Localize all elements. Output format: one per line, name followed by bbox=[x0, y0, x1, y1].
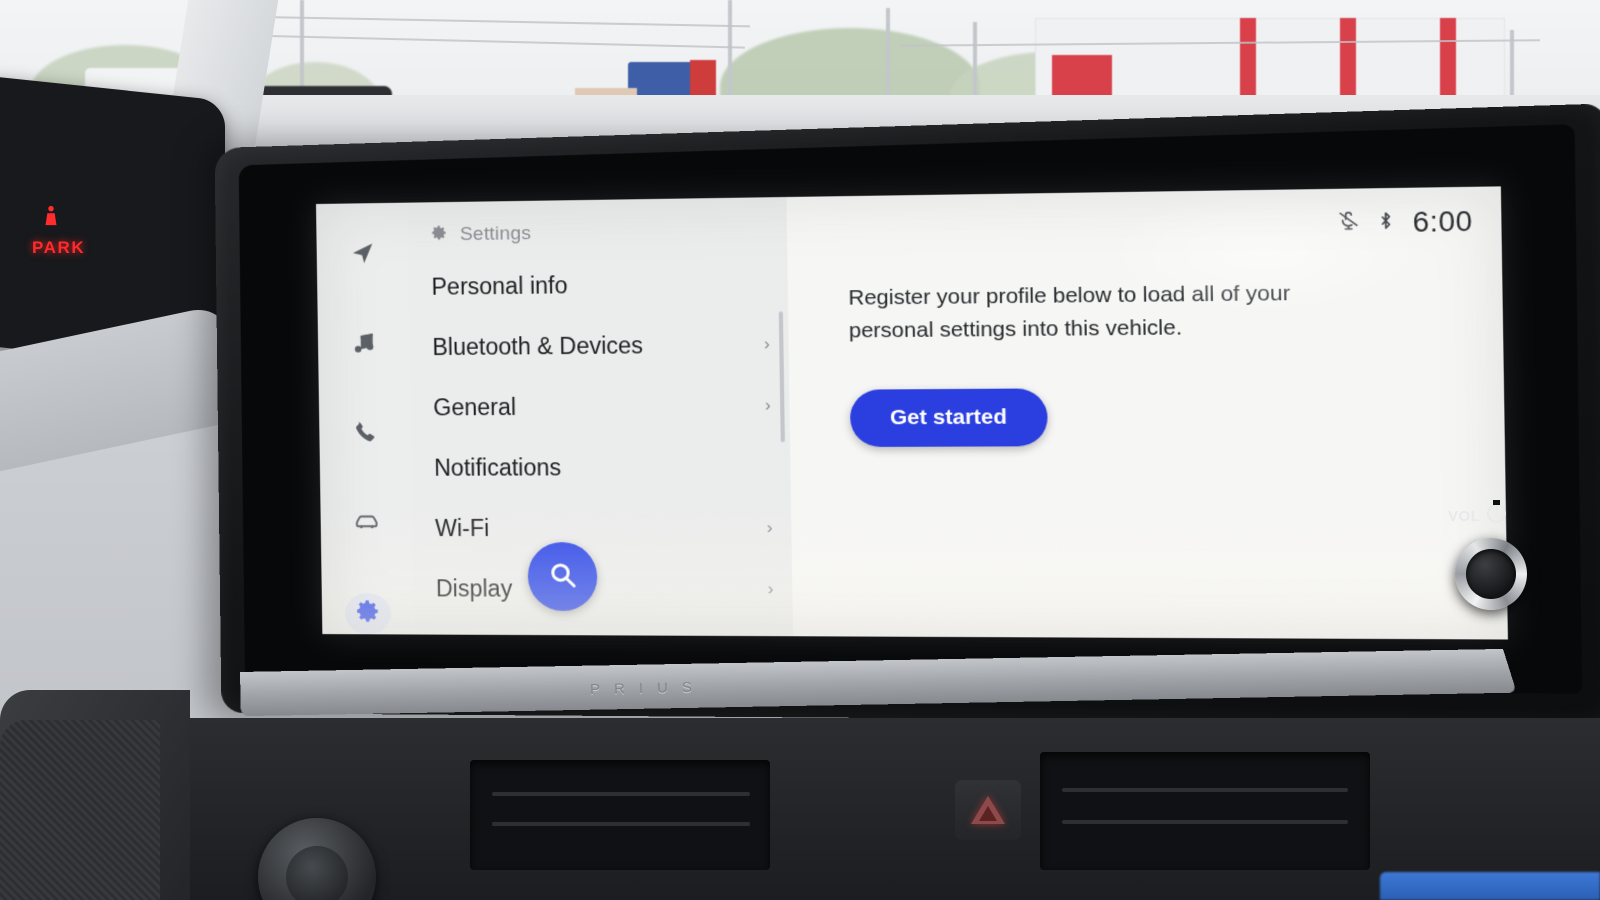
gear-icon bbox=[431, 224, 448, 246]
menu-item-notifications[interactable]: Notifications › bbox=[412, 436, 791, 498]
search-button[interactable] bbox=[527, 542, 598, 612]
rail-item-navigation[interactable] bbox=[339, 235, 386, 277]
photo-scene: PARK mi bbox=[0, 0, 1600, 900]
console-knob-center[interactable] bbox=[286, 846, 348, 900]
air-vent-right[interactable] bbox=[1040, 752, 1370, 870]
bluetooth-icon bbox=[1375, 210, 1397, 237]
vent-slat bbox=[492, 792, 750, 796]
menu-item-label: Personal info bbox=[431, 271, 568, 300]
search-icon bbox=[547, 559, 578, 594]
chevron-right-icon: › bbox=[767, 578, 774, 599]
menu-item-personal-info[interactable]: Personal info › bbox=[409, 252, 788, 317]
clock: 6:00 bbox=[1412, 205, 1473, 239]
menu-item-label: Bluetooth & Devices bbox=[432, 331, 644, 360]
microphone-muted-icon bbox=[1338, 210, 1360, 236]
door-panel-texture bbox=[0, 720, 160, 900]
music-note-icon bbox=[351, 330, 377, 361]
menu-item-label: General bbox=[433, 393, 517, 420]
rail-item-phone[interactable] bbox=[342, 414, 389, 456]
vent-slat bbox=[492, 822, 750, 826]
seatbelt-warning-icon bbox=[40, 204, 62, 230]
blue-accent-trim bbox=[1380, 872, 1600, 900]
menu-title: Settings bbox=[459, 223, 532, 246]
power-icon-mask bbox=[1493, 500, 1500, 505]
vent-slat bbox=[1062, 820, 1348, 824]
navigation-arrow-icon bbox=[349, 240, 375, 271]
infotainment-screen[interactable]: Settings Personal info › Bluetooth & Dev… bbox=[316, 186, 1508, 640]
menu-item-label: Display bbox=[435, 574, 513, 602]
app-rail bbox=[316, 202, 415, 635]
vent-slat bbox=[1062, 788, 1348, 792]
status-bar: 6:00 bbox=[1338, 206, 1473, 240]
hazard-button[interactable] bbox=[955, 780, 1021, 840]
menu-header: Settings bbox=[408, 197, 787, 247]
chevron-right-icon: › bbox=[766, 517, 773, 538]
registration-description: Register your profile below to load all … bbox=[848, 281, 1291, 343]
volume-knob-center[interactable] bbox=[1466, 549, 1516, 599]
gear-icon bbox=[355, 598, 382, 629]
phone-icon bbox=[352, 419, 378, 450]
gear-indicator: PARK bbox=[32, 238, 86, 257]
menu-item-label: Wi-Fi bbox=[434, 514, 490, 541]
settings-menu-list: Personal info › Bluetooth & Devices › Ge… bbox=[409, 252, 793, 637]
menu-item-sound-media[interactable]: Sound & Media › bbox=[414, 618, 793, 636]
rail-item-media[interactable] bbox=[341, 325, 388, 367]
menu-item-general[interactable]: General › bbox=[411, 375, 790, 438]
power-icon bbox=[1487, 502, 1506, 523]
menu-item-bluetooth-devices[interactable]: Bluetooth & Devices › bbox=[410, 313, 789, 377]
air-vent-left[interactable] bbox=[470, 760, 770, 870]
chevron-right-icon: › bbox=[764, 395, 771, 415]
menu-item-display[interactable]: Display › bbox=[413, 558, 792, 620]
volume-label: VOL bbox=[1448, 508, 1481, 525]
get-started-button[interactable]: Get started bbox=[849, 388, 1048, 448]
car-icon bbox=[353, 509, 380, 540]
hazard-triangle-icon bbox=[971, 796, 1005, 824]
prius-badge: PRIUS bbox=[589, 678, 707, 699]
rail-item-settings[interactable] bbox=[344, 592, 392, 635]
settings-menu: Settings Personal info › Bluetooth & Dev… bbox=[408, 197, 794, 637]
menu-item-wifi[interactable]: Wi-Fi › bbox=[412, 497, 791, 558]
chevron-right-icon: › bbox=[763, 334, 771, 354]
rail-item-vehicle[interactable] bbox=[343, 504, 390, 545]
menu-item-label: Notifications bbox=[433, 453, 562, 481]
content-panel: 6:00 Register your profile below to load… bbox=[786, 186, 1508, 640]
